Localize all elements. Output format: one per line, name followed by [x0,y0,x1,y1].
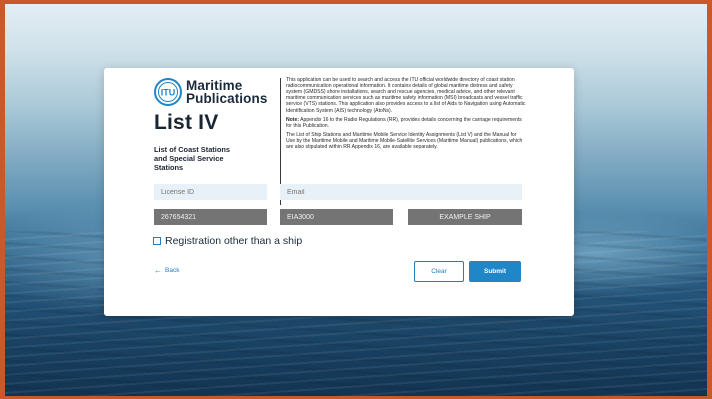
page-title: List IV [154,111,219,134]
note-text: Appendix 16 to the Radio Regulations (RR… [286,116,522,129]
call-sign-field[interactable]: EIA3000 [280,209,393,225]
logo-row: ITU Maritime Publications [154,78,274,106]
registration-checkbox[interactable] [153,237,161,245]
clear-button[interactable]: Clear [414,261,464,282]
back-label: Back [165,267,180,274]
arrow-left-icon: ← [154,266,162,275]
brand-block: ITU Maritime Publications List IV List o… [154,78,274,172]
back-link[interactable]: ← Back [154,266,179,275]
description-text: This application can be used to search a… [286,77,526,150]
brand-title: Maritime Publications [186,78,268,106]
ship-name-field[interactable]: EXAMPLE SHIP [408,209,522,225]
registration-label: Registration other than a ship [165,235,303,247]
brand-title-line2: Publications [186,91,268,106]
login-card: ITU Maritime Publications List IV List o… [104,68,574,316]
registration-checkbox-row[interactable]: Registration other than a ship [153,235,302,247]
itu-logo-icon: ITU [154,78,182,106]
mmsi-field[interactable]: 267654321 [154,209,267,225]
email-input[interactable] [280,184,522,200]
submit-button[interactable]: Submit [469,261,521,282]
description-paragraph-2: Note: Appendix 16 to the Radio Regulatio… [286,117,526,129]
page-subtitle: List of Coast Stations and Special Servi… [154,145,230,173]
description-paragraph-1: This application can be used to search a… [286,77,526,114]
description-paragraph-3: The List of Ship Stations and Maritime M… [286,131,523,151]
itu-logo-text: ITU [161,88,176,98]
license-id-input[interactable] [154,184,267,200]
note-label: Note: [286,116,300,123]
